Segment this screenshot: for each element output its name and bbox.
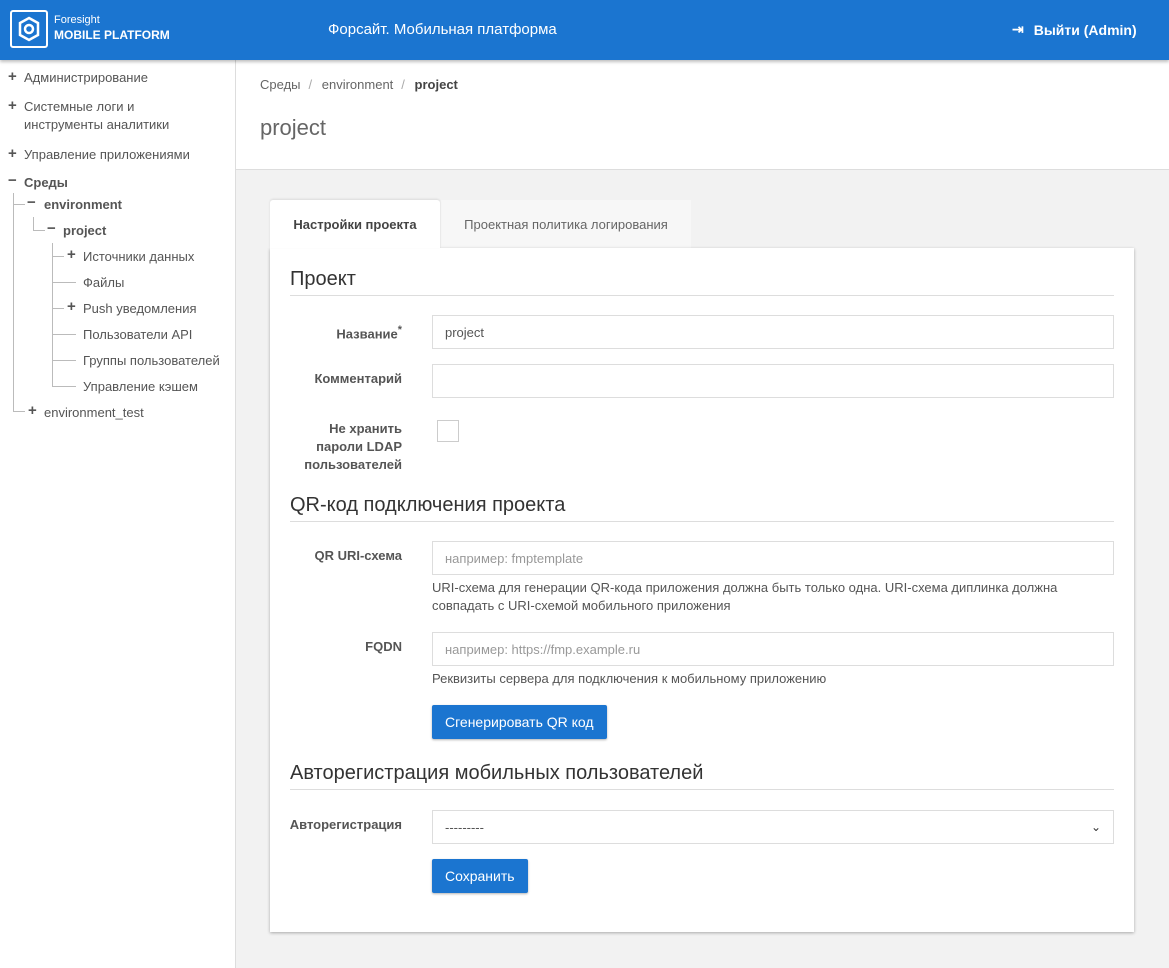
breadcrumb-environment[interactable]: environment [322,77,394,92]
tab-project-settings[interactable]: Настройки проекта [270,200,440,248]
qr-help-1: URI-схема для генерации QR-кода приложен… [432,580,1058,595]
required-mark: * [397,324,402,336]
ldap-label: Не хранить пароли LDAP пользователей [304,420,402,474]
logout-label: Выйти (Admin) [1033,21,1137,38]
collapse-icon[interactable]: − [8,172,17,189]
sidebar-item-push[interactable]: Push уведомления [83,300,197,318]
sidebar-item-environment-test[interactable]: environment_test [44,404,144,422]
comment-label: Комментарий [314,371,402,386]
app-title: Форсайт. Мобильная платформа [328,21,557,38]
save-button[interactable]: Сохранить [432,859,528,893]
comment-input[interactable] [432,364,1114,398]
sidebar-item-api-users[interactable]: Пользователи API [83,326,192,344]
page-title: project [260,115,327,140]
ldap-label-2: пароли LDAP [316,439,402,454]
generate-qr-button[interactable]: Сгенерировать QR код [432,705,607,739]
expand-icon[interactable]: + [8,145,17,162]
breadcrumb-envs[interactable]: Среды [260,77,301,92]
top-bar: Foresight MOBILE PLATFORM Форсайт. Мобиль… [0,0,1169,60]
sidebar-item-files[interactable]: Файлы [83,274,124,292]
sidebar-item-admin[interactable]: Администрирование [24,69,148,87]
section-qr-title: QR-код подключения проекта [290,494,1114,522]
sidebar-item-apps[interactable]: Управление приложениями [24,146,190,164]
tab-logging-policy[interactable]: Проектная политика логирования [441,200,691,248]
expand-icon[interactable]: + [28,402,37,419]
sidebar-item-user-groups[interactable]: Группы пользователей [83,352,220,370]
name-label: Название* [336,321,402,343]
breadcrumb: Среды / environment / project [260,77,458,92]
autoreg-value: --------- [445,819,484,835]
sidebar-item-cache[interactable]: Управление кэшем [83,378,198,396]
sidebar-item-environment[interactable]: environment [44,196,122,214]
fqdn-label: FQDN [365,639,402,654]
qr-uri-label: QR URI-схема [314,548,402,563]
breadcrumb-project: project [414,77,458,92]
logout-icon: ⇥ [1012,21,1024,37]
expand-icon[interactable]: + [67,246,76,263]
collapse-icon[interactable]: − [27,194,36,211]
autoreg-select[interactable]: --------- ⌄ [432,810,1114,844]
name-label-text: Название [336,326,398,342]
section-autoreg-title: Авторегистрация мобильных пользователей [290,762,1114,790]
logo-icon[interactable] [10,10,48,48]
ldap-checkbox[interactable] [437,420,459,442]
brand: Foresight MOBILE PLATFORM [54,13,170,43]
fqdn-help: Реквизиты сервера для подключения к моби… [432,671,827,686]
ldap-label-3: пользователей [304,457,402,472]
autoreg-label: Авторегистрация [289,817,402,832]
sidebar-item-envs[interactable]: Среды [24,174,68,192]
sidebar-item-logs-cont[interactable]: инструменты аналитики [24,116,169,134]
fqdn-input[interactable]: например: https://fmp.example.ru [432,632,1114,666]
sidebar: + Администрирование + Системные логи и и… [0,60,236,968]
qr-help-2: совпадать с URI-схемой мобильного прилож… [432,598,731,613]
page-header: Среды / environment / project project [236,60,1169,170]
section-project-title: Проект [290,268,1114,296]
brand-bottom: MOBILE PLATFORM [54,28,170,42]
name-input[interactable]: project [432,315,1114,349]
expand-icon[interactable]: + [67,298,76,315]
sidebar-item-logs[interactable]: Системные логи и [24,98,134,116]
ldap-label-1: Не хранить [329,421,402,436]
settings-card: Проект Название* project Комментарий Не … [270,248,1134,932]
expand-icon[interactable]: + [8,68,17,85]
sidebar-item-datasources[interactable]: Источники данных [83,248,194,266]
logout-button[interactable]: ⇥ Выйти (Admin) [1012,21,1137,38]
collapse-icon[interactable]: − [47,220,56,237]
brand-top: Foresight [54,14,100,26]
qr-uri-help: URI-схема для генерации QR-кода приложен… [432,579,1114,615]
qr-uri-input[interactable]: например: fmptemplate [432,541,1114,575]
sidebar-item-project[interactable]: project [63,222,106,240]
chevron-down-icon: ⌄ [1090,820,1101,834]
expand-icon[interactable]: + [8,97,17,114]
